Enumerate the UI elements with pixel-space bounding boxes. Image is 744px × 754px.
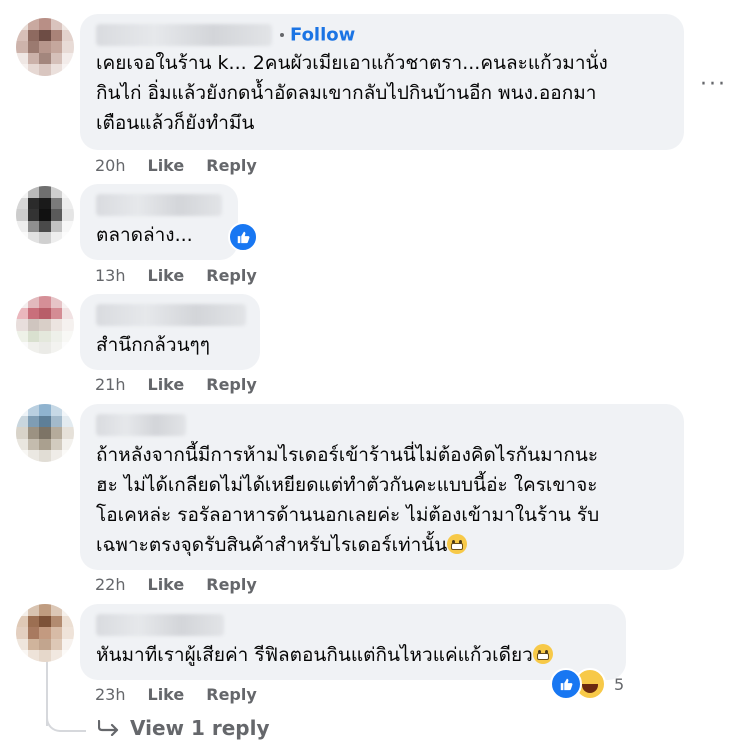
comment-bubble: ตลาดล่าง... (80, 184, 238, 260)
comment-text-body: ถ้าหลังจากนี้มีการห้ามไรเดอร์เข้าร้านนี่… (96, 444, 600, 556)
separator-dot (280, 33, 284, 37)
like-button[interactable]: Like (148, 575, 185, 594)
reaction-count: 5 (614, 674, 625, 694)
reaction-summary[interactable]: 5 (550, 668, 624, 700)
view-reply-label: View 1 reply (130, 716, 270, 740)
comment-text: เคยเจอในร้าน k... 2คนผัวเมียเอาแก้วชาตรา… (96, 52, 608, 134)
timestamp[interactable]: 20h (95, 156, 126, 175)
timestamp[interactable]: 21h (95, 375, 126, 394)
like-button[interactable]: Like (148, 156, 185, 175)
comment-text: สำนึกกล้วนๆๆ (96, 334, 210, 356)
avatar[interactable] (16, 18, 74, 76)
reply-arrow-icon (98, 720, 119, 736)
comment-actions: 13h Like Reply (95, 266, 257, 285)
reply-button[interactable]: Reply (206, 156, 257, 175)
timestamp[interactable]: 13h (95, 266, 126, 285)
like-reaction-icon[interactable] (228, 222, 258, 252)
like-button[interactable]: Like (148, 375, 185, 394)
follow-button[interactable]: Follow (290, 25, 355, 46)
comment-bubble: หันมาทีเราผู้เสียค่า รีฟิลตอนกินแต่กินไห… (80, 604, 626, 680)
timestamp[interactable]: 23h (95, 685, 126, 704)
view-replies-link[interactable]: View 1 reply (98, 716, 270, 740)
sweat-smile-emoji-icon (532, 644, 553, 664)
author-name[interactable] (96, 414, 186, 436)
comment-bubble: ถ้าหลังจากนี้มีการห้ามไรเดอร์เข้าร้านนี่… (80, 404, 684, 570)
grimacing-emoji-icon (447, 534, 468, 554)
reply-button[interactable]: Reply (206, 685, 257, 704)
avatar[interactable] (16, 604, 74, 662)
more-options-icon[interactable]: ··· (700, 72, 727, 97)
avatar[interactable] (16, 296, 74, 354)
comment-text: ถ้าหลังจากนี้มีการห้ามไรเดอร์เข้าร้านนี่… (96, 440, 668, 560)
author-name[interactable] (96, 194, 222, 216)
reply-button[interactable]: Reply (206, 266, 257, 285)
comment-text-body: หันมาทีเราผู้เสียค่า รีฟิลตอนกินแต่กินไห… (96, 644, 533, 666)
comment-bubble: Follow เคยเจอในร้าน k... 2คนผัวเมียเอาแก… (80, 14, 684, 150)
like-button[interactable]: Like (148, 266, 185, 285)
author-name[interactable] (96, 304, 246, 326)
comment-bubble: สำนึกกล้วนๆๆ (80, 294, 260, 370)
reply-button[interactable]: Reply (206, 575, 257, 594)
avatar[interactable] (16, 404, 74, 462)
comment-text: หันมาทีเราผู้เสียค่า รีฟิลตอนกินแต่กินไห… (96, 640, 610, 670)
avatar[interactable] (16, 186, 74, 244)
author-name[interactable] (96, 614, 224, 636)
author-name[interactable] (96, 24, 272, 46)
comment-text: ตลาดล่าง... (96, 224, 193, 246)
comment-actions: 20h Like Reply (95, 156, 257, 175)
like-button[interactable]: Like (148, 685, 185, 704)
comment-actions: 23h Like Reply (95, 685, 257, 704)
like-icon (550, 668, 582, 700)
reply-button[interactable]: Reply (206, 375, 257, 394)
comment-actions: 22h Like Reply (95, 575, 257, 594)
comment-actions: 21h Like Reply (95, 375, 257, 394)
thread-connector-curve (46, 700, 86, 732)
timestamp[interactable]: 22h (95, 575, 126, 594)
